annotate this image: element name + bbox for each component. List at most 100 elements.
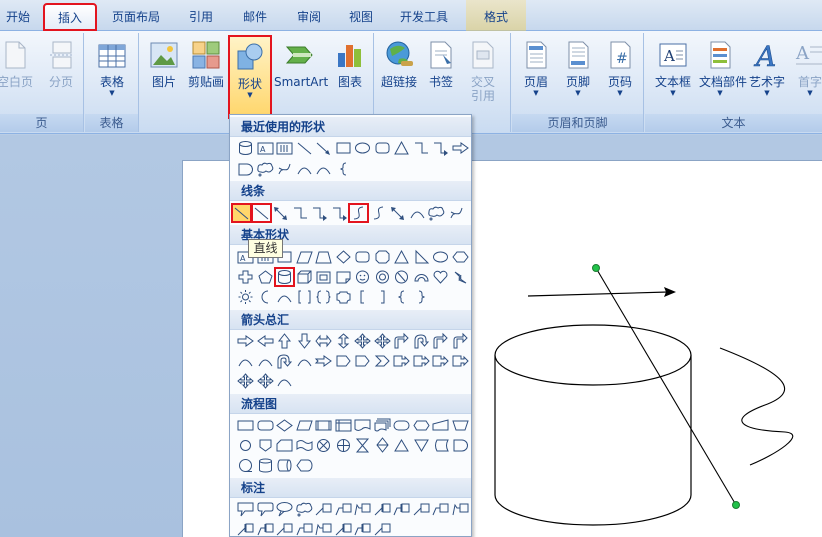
flow-seq-shape-icon[interactable] [236, 456, 255, 474]
tab-home[interactable]: 开始 [0, 4, 36, 30]
lrarrow-shape-icon[interactable] [314, 332, 333, 350]
lbracket-shape-icon[interactable] [353, 288, 372, 306]
rarrow-shape-icon[interactable] [236, 332, 255, 350]
tab-mailings[interactable]: 邮件 [234, 4, 276, 30]
dropcap-button[interactable]: A 首字 ▼ [789, 39, 822, 113]
diamond-shape-icon[interactable] [334, 248, 353, 266]
bentarrow-shape-icon[interactable] [392, 332, 411, 350]
scribble-shape-icon[interactable] [447, 204, 466, 222]
udarrow-shape-icon[interactable] [334, 332, 353, 350]
flow-conn-shape-icon[interactable] [236, 436, 255, 454]
flow-multi-shape-icon[interactable] [373, 416, 392, 434]
hex-shape-icon[interactable] [451, 248, 470, 266]
co-rect-shape-icon[interactable] [236, 500, 255, 518]
elbowarrow-shape-icon[interactable] [330, 204, 349, 222]
footer-button[interactable]: 页脚 ▼ [557, 39, 599, 113]
elbowarrow-shape-icon[interactable] [431, 139, 450, 157]
arc-shape-icon[interactable] [408, 204, 427, 222]
co-line3-shape-icon[interactable] [353, 500, 372, 518]
cyl-shape-icon[interactable] [236, 139, 255, 157]
quadarrow-shape-icon[interactable] [256, 372, 275, 390]
flow-int-shape-icon[interactable] [334, 416, 353, 434]
co-line1-shape-icon[interactable] [275, 520, 294, 536]
scurve-shape-icon[interactable] [369, 204, 388, 222]
arc-shape-icon[interactable] [314, 160, 333, 178]
co-bar1-shape-icon[interactable] [373, 500, 392, 518]
tab-references[interactable]: 引用 [180, 4, 222, 30]
cyl-shape-icon[interactable] [274, 267, 295, 287]
flow-pre-shape-icon[interactable] [314, 416, 333, 434]
pentarrow-shape-icon[interactable] [334, 352, 353, 370]
dblarrow-shape-icon[interactable] [271, 204, 290, 222]
flow-alt-shape-icon[interactable] [256, 416, 275, 434]
flow-doc-shape-icon[interactable] [353, 416, 372, 434]
co-line2-shape-icon[interactable] [334, 500, 353, 518]
flow-proc-shape-icon[interactable] [236, 416, 255, 434]
tab-developer[interactable]: 开发工具 [392, 4, 456, 30]
lbrace-shape-icon[interactable] [392, 288, 411, 306]
quadarrow-shape-icon[interactable] [373, 332, 392, 350]
flow-man-shape-icon[interactable] [431, 416, 450, 434]
cross-shape-icon[interactable] [236, 268, 255, 286]
arc-shape-icon[interactable] [295, 160, 314, 178]
line-shape-icon[interactable] [250, 203, 272, 223]
tab-view[interactable]: 视图 [340, 4, 382, 30]
donut-shape-icon[interactable] [373, 268, 392, 286]
chevron-shape-icon[interactable] [373, 352, 392, 370]
flow-collate-shape-icon[interactable] [353, 436, 372, 454]
hyperlink-button[interactable]: 超链接 [378, 39, 420, 113]
smartart-button[interactable]: SmartArt [274, 39, 328, 113]
bentarrow-shape-icon[interactable] [431, 332, 450, 350]
flow-or-shape-icon[interactable] [334, 436, 353, 454]
notch-shape-icon[interactable] [314, 352, 333, 370]
bracketpair-shape-icon[interactable] [295, 288, 314, 306]
flow-extract-shape-icon[interactable] [392, 436, 411, 454]
quadarrow-shape-icon[interactable] [236, 372, 255, 390]
elbow-shape-icon[interactable] [412, 139, 431, 157]
co-line2-shape-icon[interactable] [295, 520, 314, 536]
co-cloud-shape-icon[interactable] [256, 160, 275, 178]
darrow-shape-icon[interactable] [295, 332, 314, 350]
co-bar2-shape-icon[interactable] [256, 520, 275, 536]
clipart-button[interactable]: 剪贴画 [185, 39, 227, 113]
heart-shape-icon[interactable] [431, 268, 450, 286]
shapes-button[interactable]: 形状 ▼ [228, 35, 272, 119]
co-cloud-shape-icon[interactable] [295, 500, 314, 518]
rtri-shape-icon[interactable] [412, 248, 431, 266]
sun-shape-icon[interactable] [236, 288, 255, 306]
blank-page-button[interactable]: 空白页 [0, 39, 36, 113]
table-button[interactable]: 表格 ▼ [91, 39, 133, 113]
flow-stored-shape-icon[interactable] [431, 436, 450, 454]
co-round-shape-icon[interactable] [256, 500, 275, 518]
freeform-curve-shape[interactable] [719, 347, 794, 466]
tab-insert[interactable]: 插入 [43, 3, 97, 31]
uarrow-shape-icon[interactable] [275, 332, 294, 350]
arc-shape-icon[interactable] [275, 288, 294, 306]
tri-shape-icon[interactable] [392, 248, 411, 266]
pentarrow-shape-icon[interactable] [353, 352, 372, 370]
page-number-button[interactable]: # 页码 ▼ [599, 39, 641, 113]
nosym-shape-icon[interactable] [392, 268, 411, 286]
flow-merge-shape-icon[interactable] [412, 436, 431, 454]
bookmark-button[interactable]: 书签 [420, 39, 462, 113]
cube-shape-icon[interactable] [295, 268, 314, 286]
arrowline-shape-icon[interactable] [314, 139, 333, 157]
callout-arrow-shape-icon[interactable] [451, 352, 470, 370]
frame-shape-icon[interactable] [314, 268, 333, 286]
arc-shape-icon[interactable] [295, 352, 314, 370]
page-break-button[interactable]: 分页 [40, 39, 82, 113]
oval-shape-icon[interactable] [353, 139, 372, 157]
flow-delay-shape-icon[interactable] [451, 436, 470, 454]
straight-line-shape[interactable] [595, 267, 737, 506]
uturn-shape-icon[interactable] [412, 332, 431, 350]
flow-prep-shape-icon[interactable] [412, 416, 431, 434]
rbracket-shape-icon[interactable] [373, 288, 392, 306]
flow-sort-shape-icon[interactable] [373, 436, 392, 454]
tri-shape-icon[interactable] [392, 139, 411, 157]
flow-data-shape-icon[interactable] [295, 416, 314, 434]
rect-shape-icon[interactable] [334, 139, 353, 157]
round-shape-icon[interactable] [373, 139, 392, 157]
tab-format[interactable]: 格式 [470, 4, 522, 30]
smiley-shape-icon[interactable] [353, 268, 372, 286]
octa-shape-icon[interactable] [373, 248, 392, 266]
